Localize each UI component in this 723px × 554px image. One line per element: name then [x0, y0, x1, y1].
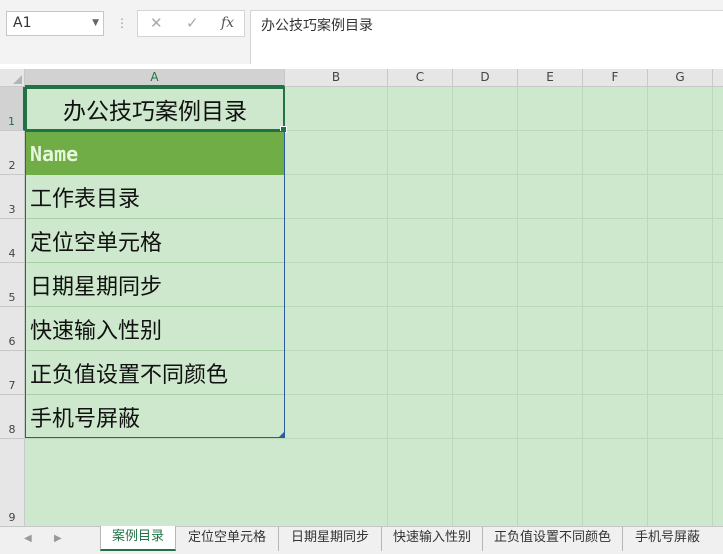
sheet-tab-1[interactable]: 案例目录 — [100, 526, 176, 551]
column-header-d[interactable]: D — [453, 69, 518, 87]
enter-icon[interactable]: ✓ — [186, 14, 199, 32]
column-header-b[interactable]: B — [285, 69, 388, 87]
name-box-value: A1 — [13, 15, 32, 31]
cancel-icon[interactable]: ✕ — [150, 14, 163, 32]
chevron-down-icon[interactable]: ▼ — [92, 12, 99, 35]
tab-scroll-right-icon[interactable]: ▶ — [54, 533, 62, 544]
tab-scroll-left-icon[interactable]: ◀ — [24, 533, 32, 544]
column-header-f[interactable]: F — [583, 69, 648, 87]
formula-input[interactable]: 办公技巧案例目录 — [250, 10, 723, 64]
row-header-7[interactable]: 7 — [0, 351, 25, 395]
cell-a5[interactable]: 日期星期同步 — [25, 263, 285, 307]
sheet-tab-6[interactable]: 手机号屏蔽 — [622, 527, 712, 551]
column-header-c[interactable]: C — [388, 69, 453, 87]
row-header-3[interactable]: 3 — [0, 175, 25, 219]
formula-bar: A1 ▼ ⋮ ✕ ✓ fx 办公技巧案例目录 — [0, 0, 723, 64]
name-box[interactable]: A1 ▼ — [6, 11, 104, 36]
sheet-tab-5[interactable]: 正负值设置不同颜色 — [482, 527, 622, 551]
formula-buttons: ✕ ✓ fx — [137, 10, 245, 37]
cell-a2[interactable]: Name — [25, 131, 285, 175]
worksheet-grid[interactable]: A B C D E F G 1 2 3 4 5 6 7 8 9 办公技巧案例目录… — [0, 69, 723, 526]
column-header-h[interactable] — [713, 69, 723, 87]
cell-a6[interactable]: 快速输入性别 — [25, 307, 285, 351]
row-header-8[interactable]: 8 — [0, 395, 25, 439]
insert-function-icon[interactable]: fx — [221, 15, 234, 31]
row-header-6[interactable]: 6 — [0, 307, 25, 351]
row-header-5[interactable]: 5 — [0, 263, 25, 307]
cell-a3[interactable]: 工作表目录 — [25, 175, 285, 219]
sheet-tab-2[interactable]: 定位空单元格 — [176, 527, 278, 551]
cell-a7[interactable]: 正负值设置不同颜色 — [25, 351, 285, 395]
row-header-9[interactable]: 9 — [0, 439, 25, 526]
cell-a8[interactable]: 手机号屏蔽 — [25, 395, 285, 439]
column-header-e[interactable]: E — [518, 69, 583, 87]
sheet-tab-4[interactable]: 快速输入性别 — [381, 527, 482, 551]
sheet-tab-3[interactable]: 日期星期同步 — [278, 527, 381, 551]
row-header-1[interactable]: 1 — [0, 87, 25, 131]
sheet-tab-bar: ◀ ▶ 案例目录 定位空单元格 日期星期同步 快速输入性别 正负值设置不同颜色 … — [0, 526, 723, 554]
title-text: 办公技巧案例目录 — [63, 99, 247, 125]
row-header-2[interactable]: 2 — [0, 131, 25, 175]
column-header-a[interactable]: A — [25, 69, 285, 87]
cell-a4[interactable]: 定位空单元格 — [25, 219, 285, 263]
cell-a1[interactable]: 办公技巧案例目录 — [25, 87, 287, 133]
select-all-button[interactable] — [0, 69, 25, 87]
row-header-4[interactable]: 4 — [0, 219, 25, 263]
more-options-icon[interactable]: ⋮ — [116, 14, 128, 32]
column-header-g[interactable]: G — [648, 69, 713, 87]
header-text: Name — [30, 141, 79, 166]
